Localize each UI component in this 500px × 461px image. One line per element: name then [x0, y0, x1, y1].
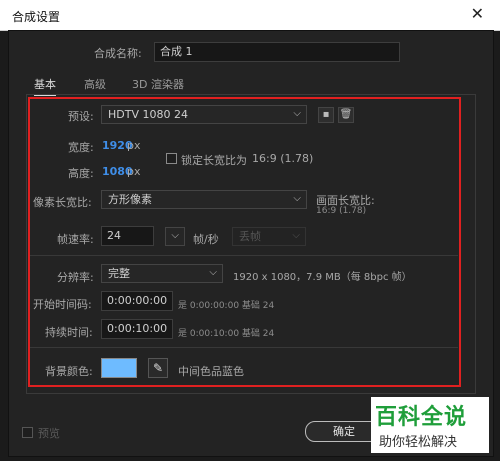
preview-label: 预览 — [38, 427, 60, 440]
watermark-title: 百科全说 — [375, 405, 468, 430]
preview-checkbox[interactable] — [22, 427, 33, 438]
tab-advanced[interactable]: 高级 — [84, 76, 106, 92]
title-bar: 合成设置 ✕ — [0, 0, 500, 31]
tab-basic[interactable]: 基本 — [34, 76, 56, 96]
watermark-subtitle: 助你轻松解决 — [379, 435, 458, 450]
close-icon[interactable]: ✕ — [471, 5, 484, 23]
window-title: 合成设置 — [12, 10, 61, 24]
comp-name-label: 合成名称: — [94, 47, 142, 60]
comp-name-input[interactable]: 合成 1 — [154, 42, 400, 62]
watermark-logo: 百科全说 助你轻松解决 — [371, 397, 489, 453]
tab-3d-renderer[interactable]: 3D 渲染器 — [132, 76, 184, 92]
highlight-box — [28, 97, 461, 387]
